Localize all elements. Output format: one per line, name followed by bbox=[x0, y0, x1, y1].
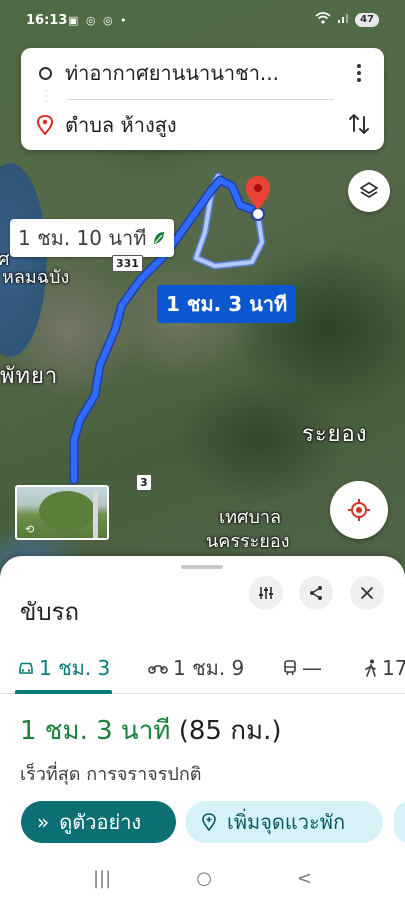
origin-field[interactable]: ท่าอากาศยานนานาชา... bbox=[65, 57, 279, 89]
close-button[interactable] bbox=[350, 576, 384, 610]
route-duration: 1 ชม. 3 นาที bbox=[20, 716, 171, 746]
tab-motorcycle-label: 1 ชม. 9 bbox=[173, 656, 245, 680]
active-tab-indicator bbox=[15, 690, 112, 694]
tab-transit[interactable]: — bbox=[283, 642, 322, 694]
add-stop-button[interactable]: เพิ่มจุดแวะพัก bbox=[185, 801, 383, 843]
preview-button-label: ดูตัวอย่าง bbox=[59, 810, 142, 834]
origin-circle-icon bbox=[39, 66, 52, 80]
tab-walk-label: 17 bbox=[382, 656, 405, 680]
motorcycle-icon bbox=[148, 665, 168, 674]
origin-row[interactable]: ท่าอากาศยานนานาชา... bbox=[21, 48, 384, 98]
drag-handle[interactable] bbox=[181, 565, 223, 569]
tune-icon bbox=[259, 587, 273, 599]
tab-transit-label: — bbox=[302, 656, 322, 680]
map-view[interactable]: 16:13 ▣ ◎ ◎ • 47 ท่าอากาศยานนานาชา... · ·… bbox=[0, 0, 405, 580]
place-label-pattaya: พัทยา bbox=[0, 364, 59, 389]
street-view-thumbnail[interactable]: ⟲ bbox=[15, 485, 109, 540]
status-bar: 16:13 ▣ ◎ ◎ • 47 bbox=[0, 0, 405, 34]
street-view-360-icon: ⟲ bbox=[25, 523, 35, 536]
walk-icon bbox=[365, 659, 376, 677]
destination-marker-icon bbox=[36, 115, 54, 135]
add-stop-pin-icon bbox=[202, 813, 216, 831]
route-distance: (85 กม.) bbox=[178, 716, 282, 746]
battery-indicator: 47 bbox=[355, 12, 379, 27]
system-nav-bar: ||| ○ < bbox=[0, 856, 405, 900]
layers-button[interactable] bbox=[348, 170, 390, 212]
tab-walk[interactable]: 17 bbox=[365, 642, 405, 694]
route-description: เร็วที่สุด การจราจรปกติ bbox=[20, 764, 202, 785]
car-icon bbox=[19, 662, 33, 674]
add-stop-button-label: เพิ่มจุดแวะพัก bbox=[227, 810, 346, 834]
sheet-title: ขับรถ bbox=[20, 598, 80, 626]
transit-icon bbox=[284, 660, 296, 676]
thumbnail-pole bbox=[93, 491, 98, 538]
alternate-route-time: 1 ชม. 10 นาที bbox=[18, 226, 147, 250]
directions-bottom-sheet[interactable]: ขับรถ 1 ชม. 3 1 ชม. 9 — 17 1 ชม. 3 นาที … bbox=[0, 556, 405, 900]
main-route-label[interactable]: 1 ชม. 3 นาที bbox=[157, 285, 297, 323]
road-shield-331: 331 bbox=[112, 255, 143, 272]
destination-row[interactable]: ตำบล ห้างสูง bbox=[21, 100, 384, 150]
my-location-icon bbox=[348, 499, 370, 521]
tab-motorcycle[interactable]: 1 ชม. 9 bbox=[148, 642, 244, 694]
route-options-button[interactable] bbox=[249, 576, 283, 610]
status-right: 47 bbox=[315, 12, 379, 27]
my-location-button[interactable] bbox=[330, 481, 388, 539]
more-options-icon[interactable] bbox=[350, 62, 368, 84]
tab-drive-label: 1 ชม. 3 bbox=[39, 656, 111, 680]
route-summary[interactable]: 1 ชม. 3 นาที (85 กม.) bbox=[20, 710, 282, 751]
status-time: 16:13 bbox=[26, 13, 68, 28]
road-shield-3: 3 bbox=[136, 474, 152, 491]
double-chevron-icon: » bbox=[37, 810, 50, 834]
layers-icon bbox=[360, 182, 378, 198]
travel-mode-tabs: 1 ชม. 3 1 ชม. 9 — 17 bbox=[0, 642, 405, 694]
share-button[interactable] bbox=[299, 576, 333, 610]
eco-leaf-icon bbox=[154, 232, 165, 244]
share-icon bbox=[310, 586, 322, 600]
alternate-route-label[interactable]: 1 ชม. 10 นาที bbox=[10, 219, 175, 257]
destination-field[interactable]: ตำบล ห้างสูง bbox=[65, 109, 177, 141]
swap-directions-icon[interactable] bbox=[346, 111, 372, 137]
tab-drive[interactable]: 1 ชม. 3 bbox=[18, 642, 110, 694]
more-chip[interactable] bbox=[394, 801, 405, 843]
back-icon[interactable]: < bbox=[297, 868, 312, 889]
preview-button[interactable]: » ดูตัวอย่าง bbox=[21, 801, 176, 843]
directions-card: ท่าอากาศยานนานาชา... · · · ตำบล ห้างสูง bbox=[21, 48, 384, 150]
place-label-laem-chabang: หลมฉบัง bbox=[2, 267, 70, 288]
thumbnail-tree bbox=[39, 491, 95, 531]
signal-icon bbox=[337, 12, 349, 27]
place-label-nakhon-rayong: นครระยอง bbox=[206, 531, 290, 552]
home-icon[interactable]: ○ bbox=[196, 868, 212, 889]
recents-icon[interactable]: ||| bbox=[93, 868, 111, 889]
wifi-icon bbox=[315, 12, 331, 27]
notification-icons: ▣ ◎ ◎ • bbox=[68, 14, 129, 27]
place-label-rayong: ระยอง bbox=[302, 422, 368, 447]
close-icon bbox=[361, 587, 373, 599]
